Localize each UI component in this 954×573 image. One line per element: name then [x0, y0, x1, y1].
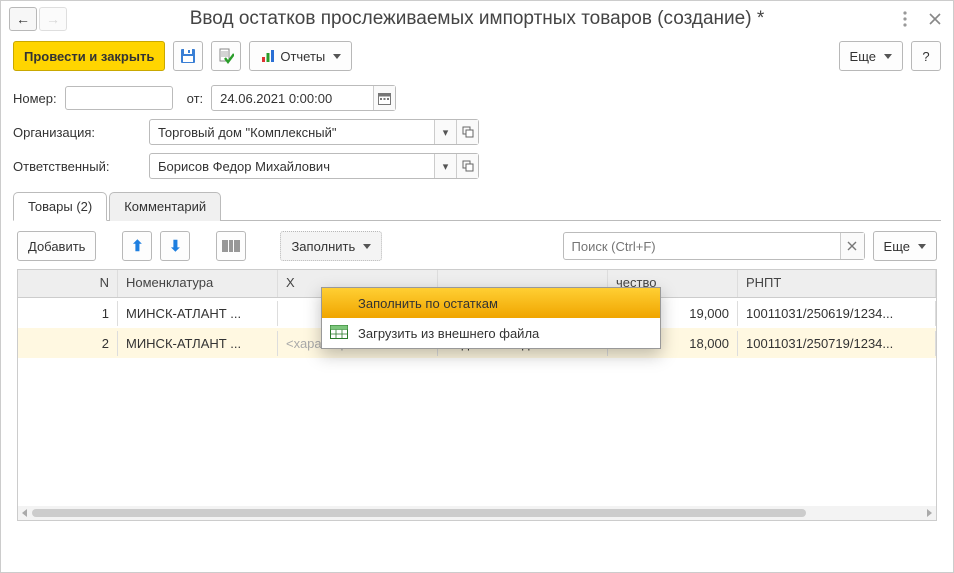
menu-item-load-from-file[interactable]: Загрузить из внешнего файла	[322, 318, 660, 348]
tab-comment[interactable]: Комментарий	[109, 192, 221, 221]
chart-icon	[260, 48, 276, 64]
cell-nom: МИНСК-АТЛАНТ ...	[118, 301, 278, 326]
titlebar: ← → Ввод остатков прослеживаемых импортн…	[1, 1, 953, 35]
more-button[interactable]: Еще	[839, 41, 903, 71]
post-icon-button[interactable]	[211, 41, 241, 71]
cell-nom: МИНСК-АТЛАНТ ...	[118, 331, 278, 356]
row-org: Организация: Торговый дом "Комплексный" …	[1, 115, 953, 149]
dropdown-icon[interactable]: ▾	[434, 154, 456, 178]
main-toolbar: Провести и закрыть Отчеты Еще ?	[1, 35, 953, 81]
th-rnpt[interactable]: РНПТ	[738, 270, 936, 297]
more-label: Еще	[850, 49, 876, 64]
clear-search-button[interactable]	[840, 233, 864, 259]
nav-forward-button[interactable]: →	[39, 7, 67, 31]
reports-button[interactable]: Отчеты	[249, 41, 352, 71]
fill-dropdown-menu: Заполнить по остаткам Загрузить из внешн…	[321, 287, 661, 349]
post-and-close-button[interactable]: Провести и закрыть	[13, 41, 165, 71]
org-input[interactable]: Торговый дом "Комплексный"	[150, 120, 434, 144]
menu-item-label: Загрузить из внешнего файла	[358, 326, 539, 341]
search-input[interactable]	[564, 239, 840, 254]
save-icon-button[interactable]	[173, 41, 203, 71]
date-input-group: 24.06.2021 0:00:00	[211, 85, 396, 111]
menu-item-fill-by-balances[interactable]: Заполнить по остаткам	[322, 288, 660, 318]
row-number: Номер: от: 24.06.2021 0:00:00	[1, 81, 953, 115]
spreadsheet-icon	[330, 325, 348, 341]
caret-down-icon	[333, 54, 341, 59]
caret-down-icon	[918, 244, 926, 249]
th-nomenclature[interactable]: Номенклатура	[118, 270, 278, 297]
add-label: Добавить	[28, 239, 85, 254]
close-icon[interactable]	[925, 9, 945, 29]
add-button[interactable]: Добавить	[17, 231, 96, 261]
date-input[interactable]: 24.06.2021 0:00:00	[212, 86, 373, 110]
label-org: Организация:	[13, 125, 141, 140]
th-n[interactable]: N	[18, 270, 118, 297]
label-resp: Ответственный:	[13, 159, 141, 174]
caret-down-icon	[363, 244, 371, 249]
tabs: Товары (2) Комментарий	[13, 191, 941, 221]
open-ref-icon[interactable]	[456, 120, 478, 144]
cell-rnpt: 10011031/250719/1234...	[738, 331, 936, 356]
window-title: Ввод остатков прослеживаемых импортных т…	[69, 8, 885, 30]
tab-goods[interactable]: Товары (2)	[13, 192, 107, 221]
reports-label: Отчеты	[280, 49, 325, 64]
dropdown-icon[interactable]: ▾	[434, 120, 456, 144]
number-input[interactable]	[65, 86, 173, 110]
caret-down-icon	[884, 54, 892, 59]
calendar-icon[interactable]	[373, 86, 395, 110]
horizontal-scrollbar[interactable]	[18, 506, 936, 520]
kebab-menu-icon[interactable]	[895, 9, 915, 29]
menu-item-label: Заполнить по остаткам	[358, 296, 498, 311]
resp-input-group: Борисов Федор Михайлович ▾	[149, 153, 479, 179]
row-resp: Ответственный: Борисов Федор Михайлович …	[1, 149, 953, 183]
move-up-button[interactable]: ⬆	[122, 231, 152, 261]
help-label: ?	[922, 49, 929, 64]
fill-label: Заполнить	[291, 239, 355, 254]
label-number: Номер:	[13, 91, 57, 106]
barcode-icon	[222, 239, 240, 253]
label-from: от:	[187, 91, 204, 106]
cell-n: 1	[18, 301, 118, 326]
search-box	[563, 232, 865, 260]
fill-button[interactable]: Заполнить	[280, 231, 382, 261]
table-more-label: Еще	[884, 239, 910, 254]
post-and-close-label: Провести и закрыть	[24, 49, 154, 64]
org-input-group: Торговый дом "Комплексный" ▾	[149, 119, 479, 145]
cell-rnpt: 10011031/250619/1234...	[738, 301, 936, 326]
window: ← → Ввод остатков прослеживаемых импортн…	[0, 0, 954, 573]
resp-input[interactable]: Борисов Федор Михайлович	[150, 154, 434, 178]
barcode-button[interactable]	[216, 231, 246, 261]
table-more-button[interactable]: Еще	[873, 231, 937, 261]
move-down-button[interactable]: ⬇	[160, 231, 190, 261]
nav-back-button[interactable]: ←	[9, 7, 37, 31]
table-toolbar: Добавить ⬆ ⬇ Заполнить Еще	[1, 221, 953, 269]
cell-n: 2	[18, 331, 118, 356]
search-wrap: Еще	[563, 231, 937, 261]
open-ref-icon[interactable]	[456, 154, 478, 178]
help-button[interactable]: ?	[911, 41, 941, 71]
